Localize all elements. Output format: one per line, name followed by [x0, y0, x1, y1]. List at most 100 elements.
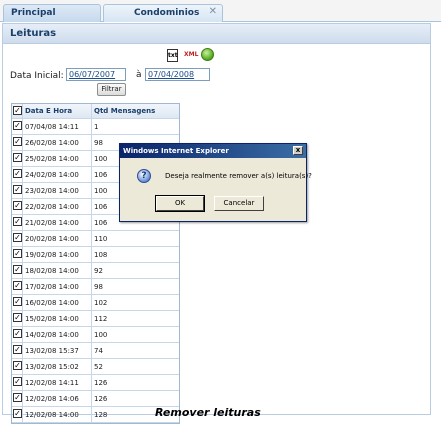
dialog-close-button[interactable]: x: [293, 146, 303, 155]
cell-date: 13/02/08 15:37: [23, 343, 92, 358]
row-checkbox[interactable]: ✓: [13, 169, 22, 178]
row-checkbox[interactable]: ✓: [13, 185, 22, 194]
column-header-qtd[interactable]: Qtd Mensagens: [92, 104, 179, 118]
close-icon[interactable]: ✕: [209, 6, 217, 17]
dialog-title: Windows Internet Explorer: [123, 147, 229, 155]
row-checkbox[interactable]: ✓: [13, 233, 22, 242]
confirm-dialog: Windows Internet Explorer x ? Deseja rea…: [119, 143, 312, 222]
cancel-button[interactable]: Cancelar: [214, 196, 264, 211]
row-checkbox-cell: ✓: [12, 311, 23, 326]
cell-date: 14/02/08 14:00: [23, 327, 92, 342]
row-checkbox-cell: ✓: [12, 359, 23, 374]
row-checkbox[interactable]: ✓: [13, 345, 22, 354]
filter-button[interactable]: Filtrar: [97, 83, 126, 96]
start-date-input[interactable]: 06/07/2007: [66, 68, 126, 81]
ok-button[interactable]: OK: [155, 195, 205, 212]
cell-date: 13/02/08 15:02: [23, 359, 92, 374]
row-checkbox[interactable]: ✓: [13, 297, 22, 306]
table-row[interactable]: ✓ 12/02/08 14:06 126: [12, 391, 179, 407]
row-checkbox-cell: ✓: [12, 327, 23, 342]
row-checkbox[interactable]: ✓: [13, 249, 22, 258]
cell-date: 16/02/08 14:00: [23, 295, 92, 310]
row-checkbox[interactable]: ✓: [13, 201, 22, 210]
dialog-title-bar: Windows Internet Explorer x: [120, 144, 306, 158]
row-checkbox-cell: ✓: [12, 231, 23, 246]
row-checkbox-cell: ✓: [12, 215, 23, 230]
cell-qtd: 52: [94, 363, 103, 371]
xml-export-icon[interactable]: XML: [184, 51, 198, 58]
panel-title: Leituras: [3, 24, 430, 44]
cell-date: 21/02/08 14:00: [23, 215, 92, 230]
tab-condominios[interactable]: Condominios ✕: [103, 4, 223, 22]
table-row[interactable]: ✓ 20/02/08 14:00 110: [12, 231, 179, 247]
table-header-row: ✓ Data E Hora Qtd Mensagens: [12, 104, 179, 119]
select-all-checkbox[interactable]: ✓: [13, 106, 22, 115]
cell-date: 19/02/08 14:00: [23, 247, 92, 262]
row-checkbox-cell: ✓: [12, 119, 23, 134]
question-icon: ?: [137, 169, 151, 183]
tab-label: Principal: [11, 8, 56, 18]
table-row[interactable]: ✓ 16/02/08 14:00 102: [12, 295, 179, 311]
cell-date: 23/02/08 14:00: [23, 183, 92, 198]
table-row[interactable]: ✓ 15/02/08 14:00 112: [12, 311, 179, 327]
cell-qtd: 1: [94, 123, 99, 131]
end-date-input[interactable]: 07/04/2008: [145, 68, 210, 81]
row-checkbox[interactable]: ✓: [13, 217, 22, 226]
row-checkbox-cell: ✓: [12, 135, 23, 150]
row-checkbox-cell: ✓: [12, 343, 23, 358]
cell-qtd: 92: [94, 267, 103, 275]
cell-date: 20/02/08 14:00: [23, 231, 92, 246]
cell-qtd: 126: [94, 379, 108, 387]
cell-qtd: 112: [94, 315, 108, 323]
cell-date: 18/02/08 14:00: [23, 263, 92, 278]
dialog-message: Deseja realmente remover a(s) leitura(s)…: [165, 172, 312, 180]
cell-date: 12/02/08 14:11: [23, 375, 92, 390]
row-checkbox[interactable]: ✓: [13, 393, 22, 402]
row-checkbox-cell: ✓: [12, 263, 23, 278]
row-checkbox-cell: ✓: [12, 247, 23, 262]
cell-date: 07/04/08 14:11: [23, 119, 92, 134]
row-checkbox[interactable]: ✓: [13, 281, 22, 290]
row-checkbox[interactable]: ✓: [13, 361, 22, 370]
table-row[interactable]: ✓ 18/02/08 14:00 92: [12, 263, 179, 279]
table-row[interactable]: ✓ 14/02/08 14:00 100: [12, 327, 179, 343]
row-checkbox[interactable]: ✓: [13, 153, 22, 162]
txt-export-icon[interactable]: txt: [167, 49, 178, 62]
cell-date: 12/02/08 14:06: [23, 391, 92, 406]
row-checkbox-cell: ✓: [12, 199, 23, 214]
table-row[interactable]: ✓ 17/02/08 14:00 98: [12, 279, 179, 295]
row-checkbox[interactable]: ✓: [13, 121, 22, 130]
row-checkbox[interactable]: ✓: [13, 377, 22, 386]
cell-qtd: 74: [94, 347, 103, 355]
row-checkbox[interactable]: ✓: [13, 329, 22, 338]
cell-qtd: 102: [94, 299, 108, 307]
cell-date: 25/02/08 14:00: [23, 151, 92, 166]
row-checkbox-cell: ✓: [12, 391, 23, 406]
table-row[interactable]: ✓ 19/02/08 14:00 108: [12, 247, 179, 263]
column-header-date[interactable]: Data E Hora: [23, 104, 92, 118]
table-row[interactable]: ✓ 12/02/08 14:11 126: [12, 375, 179, 391]
row-checkbox-cell: ✓: [12, 407, 23, 422]
table-row[interactable]: ✓ 12/02/08 14:00 128: [12, 407, 179, 423]
cell-date: 15/02/08 14:00: [23, 311, 92, 326]
start-date-label: Data Inicial:: [10, 71, 64, 81]
table-row[interactable]: ✓ 13/02/08 15:02 52: [12, 359, 179, 375]
cell-qtd: 98: [94, 283, 103, 291]
table-row[interactable]: ✓ 07/04/08 14:11 1: [12, 119, 179, 135]
row-checkbox-cell: ✓: [12, 295, 23, 310]
row-checkbox[interactable]: ✓: [13, 265, 22, 274]
cell-qtd: 110: [94, 235, 108, 243]
row-checkbox-cell: ✓: [12, 375, 23, 390]
cell-qtd: 100: [94, 331, 108, 339]
go-icon[interactable]: [201, 48, 214, 61]
row-checkbox[interactable]: ✓: [13, 313, 22, 322]
figure-caption: Remover leituras: [155, 406, 261, 419]
tab-label: Condominios: [134, 8, 200, 18]
table-row[interactable]: ✓ 13/02/08 15:37 74: [12, 343, 179, 359]
cell-date: 24/02/08 14:00: [23, 167, 92, 182]
cell-qtd: 126: [94, 395, 108, 403]
cell-qtd: 108: [94, 251, 108, 259]
tab-bar: Principal Condominios ✕: [0, 0, 441, 22]
tab-principal[interactable]: Principal: [3, 4, 101, 22]
row-checkbox[interactable]: ✓: [13, 137, 22, 146]
